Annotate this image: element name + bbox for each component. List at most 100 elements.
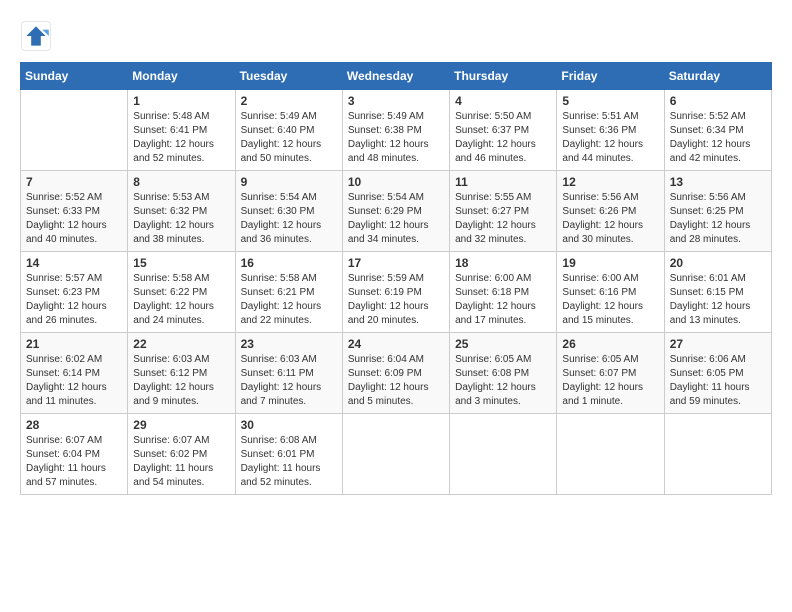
weekday-header: Friday [557, 63, 664, 90]
calendar-cell [557, 414, 664, 495]
day-number: 26 [562, 337, 658, 351]
day-info: Sunrise: 5:58 AM Sunset: 6:21 PM Dayligh… [241, 272, 337, 328]
day-info: Sunrise: 5:56 AM Sunset: 6:26 PM Dayligh… [562, 191, 658, 247]
day-info: Sunrise: 5:56 AM Sunset: 6:25 PM Dayligh… [670, 191, 766, 247]
day-info: Sunrise: 5:50 AM Sunset: 6:37 PM Dayligh… [455, 110, 551, 166]
calendar-cell: 23 Sunrise: 6:03 AM Sunset: 6:11 PM Dayli… [235, 333, 342, 414]
weekday-header: Monday [128, 63, 235, 90]
calendar-week-row: 7Sunrise: 5:52 AM Sunset: 6:33 PM Daylig… [21, 171, 772, 252]
day-number: 27 [670, 337, 766, 351]
day-number: 16 [241, 256, 337, 270]
calendar-cell: 5 Sunrise: 5:51 AM Sunset: 6:36 PM Daylig… [557, 90, 664, 171]
day-number: 20 [670, 256, 766, 270]
day-info: Sunrise: 5:55 AM Sunset: 6:27 PM Dayligh… [455, 191, 551, 247]
day-info: Sunrise: 5:49 AM Sunset: 6:40 PM Dayligh… [241, 110, 337, 166]
day-info: Sunrise: 5:54 AM Sunset: 6:30 PM Dayligh… [241, 191, 337, 247]
calendar-cell: 17 Sunrise: 5:59 AM Sunset: 6:19 PM Dayli… [342, 252, 449, 333]
weekday-header: Sunday [21, 63, 128, 90]
calendar-cell: 19 Sunrise: 6:00 AM Sunset: 6:16 PM Dayli… [557, 252, 664, 333]
calendar-cell: 11 Sunrise: 5:55 AM Sunset: 6:27 PM Dayli… [450, 171, 557, 252]
day-number: 10 [348, 175, 444, 189]
day-info: Sunrise: 5:51 AM Sunset: 6:36 PM Dayligh… [562, 110, 658, 166]
day-info: Sunrise: 6:07 AM Sunset: 6:02 PM Dayligh… [133, 434, 229, 490]
day-info: Sunrise: 6:03 AM Sunset: 6:11 PM Dayligh… [241, 353, 337, 409]
day-number: 1 [133, 94, 229, 108]
day-number: 30 [241, 418, 337, 432]
calendar-cell: 3 Sunrise: 5:49 AM Sunset: 6:38 PM Daylig… [342, 90, 449, 171]
calendar-cell [342, 414, 449, 495]
day-info: Sunrise: 6:04 AM Sunset: 6:09 PM Dayligh… [348, 353, 444, 409]
calendar-cell: 8 Sunrise: 5:53 AM Sunset: 6:32 PM Daylig… [128, 171, 235, 252]
day-info: Sunrise: 6:05 AM Sunset: 6:08 PM Dayligh… [455, 353, 551, 409]
calendar-cell: 14 Sunrise: 5:57 AM Sunset: 6:23 PM Dayli… [21, 252, 128, 333]
day-number: 25 [455, 337, 551, 351]
day-info: Sunrise: 6:00 AM Sunset: 6:16 PM Dayligh… [562, 272, 658, 328]
day-number: 5 [562, 94, 658, 108]
calendar-week-row: 1 Sunrise: 5:48 AM Sunset: 6:41 PM Daylig… [21, 90, 772, 171]
calendar-cell: 2Sunrise: 5:49 AM Sunset: 6:40 PM Daylig… [235, 90, 342, 171]
calendar-cell: 24 Sunrise: 6:04 AM Sunset: 6:09 PM Dayli… [342, 333, 449, 414]
weekday-header: Saturday [664, 63, 771, 90]
weekday-header: Thursday [450, 63, 557, 90]
day-number: 8 [133, 175, 229, 189]
day-info: Sunrise: 6:07 AM Sunset: 6:04 PM Dayligh… [26, 434, 122, 490]
page-header [20, 20, 772, 52]
day-info: Sunrise: 5:59 AM Sunset: 6:19 PM Dayligh… [348, 272, 444, 328]
day-number: 17 [348, 256, 444, 270]
calendar-cell: 9 Sunrise: 5:54 AM Sunset: 6:30 PM Daylig… [235, 171, 342, 252]
day-info: Sunrise: 5:58 AM Sunset: 6:22 PM Dayligh… [133, 272, 229, 328]
day-info: Sunrise: 6:05 AM Sunset: 6:07 PM Dayligh… [562, 353, 658, 409]
day-number: 14 [26, 256, 122, 270]
day-number: 18 [455, 256, 551, 270]
calendar-week-row: 28 Sunrise: 6:07 AM Sunset: 6:04 PM Dayli… [21, 414, 772, 495]
calendar-cell: 21Sunrise: 6:02 AM Sunset: 6:14 PM Dayli… [21, 333, 128, 414]
day-info: Sunrise: 6:03 AM Sunset: 6:12 PM Dayligh… [133, 353, 229, 409]
day-number: 19 [562, 256, 658, 270]
calendar-cell: 22 Sunrise: 6:03 AM Sunset: 6:12 PM Dayli… [128, 333, 235, 414]
day-number: 23 [241, 337, 337, 351]
day-info: Sunrise: 5:52 AM Sunset: 6:34 PM Dayligh… [670, 110, 766, 166]
calendar-cell: 12Sunrise: 5:56 AM Sunset: 6:26 PM Dayli… [557, 171, 664, 252]
calendar-week-row: 21Sunrise: 6:02 AM Sunset: 6:14 PM Dayli… [21, 333, 772, 414]
calendar-cell: 15Sunrise: 5:58 AM Sunset: 6:22 PM Dayli… [128, 252, 235, 333]
logo-icon [20, 20, 52, 52]
day-info: Sunrise: 6:08 AM Sunset: 6:01 PM Dayligh… [241, 434, 337, 490]
weekday-header: Wednesday [342, 63, 449, 90]
day-info: Sunrise: 5:49 AM Sunset: 6:38 PM Dayligh… [348, 110, 444, 166]
calendar-cell: 13 Sunrise: 5:56 AM Sunset: 6:25 PM Dayli… [664, 171, 771, 252]
calendar-cell: 18 Sunrise: 6:00 AM Sunset: 6:18 PM Dayli… [450, 252, 557, 333]
day-number: 3 [348, 94, 444, 108]
calendar-cell: 10Sunrise: 5:54 AM Sunset: 6:29 PM Dayli… [342, 171, 449, 252]
calendar-cell: 26 Sunrise: 6:05 AM Sunset: 6:07 PM Dayli… [557, 333, 664, 414]
calendar-header: SundayMondayTuesdayWednesdayThursdayFrid… [21, 63, 772, 90]
calendar-cell: 1 Sunrise: 5:48 AM Sunset: 6:41 PM Daylig… [128, 90, 235, 171]
day-number: 4 [455, 94, 551, 108]
day-number: 28 [26, 418, 122, 432]
day-info: Sunrise: 6:00 AM Sunset: 6:18 PM Dayligh… [455, 272, 551, 328]
calendar-cell: 29Sunrise: 6:07 AM Sunset: 6:02 PM Dayli… [128, 414, 235, 495]
day-number: 13 [670, 175, 766, 189]
day-number: 22 [133, 337, 229, 351]
day-number: 11 [455, 175, 551, 189]
calendar-cell [21, 90, 128, 171]
calendar-cell: 30 Sunrise: 6:08 AM Sunset: 6:01 PM Dayli… [235, 414, 342, 495]
day-info: Sunrise: 6:01 AM Sunset: 6:15 PM Dayligh… [670, 272, 766, 328]
day-number: 6 [670, 94, 766, 108]
calendar-cell: 25 Sunrise: 6:05 AM Sunset: 6:08 PM Dayli… [450, 333, 557, 414]
day-info: Sunrise: 5:53 AM Sunset: 6:32 PM Dayligh… [133, 191, 229, 247]
header-row: SundayMondayTuesdayWednesdayThursdayFrid… [21, 63, 772, 90]
day-info: Sunrise: 5:52 AM Sunset: 6:33 PM Dayligh… [26, 191, 122, 247]
weekday-header: Tuesday [235, 63, 342, 90]
calendar-table: SundayMondayTuesdayWednesdayThursdayFrid… [20, 62, 772, 495]
day-number: 24 [348, 337, 444, 351]
calendar-cell: 28 Sunrise: 6:07 AM Sunset: 6:04 PM Dayli… [21, 414, 128, 495]
calendar-cell: 4 Sunrise: 5:50 AM Sunset: 6:37 PM Daylig… [450, 90, 557, 171]
calendar-week-row: 14 Sunrise: 5:57 AM Sunset: 6:23 PM Dayli… [21, 252, 772, 333]
day-number: 21 [26, 337, 122, 351]
calendar-cell: 6 Sunrise: 5:52 AM Sunset: 6:34 PM Daylig… [664, 90, 771, 171]
day-info: Sunrise: 5:57 AM Sunset: 6:23 PM Dayligh… [26, 272, 122, 328]
day-info: Sunrise: 5:48 AM Sunset: 6:41 PM Dayligh… [133, 110, 229, 166]
logo [20, 20, 56, 52]
day-number: 9 [241, 175, 337, 189]
calendar-body: 1 Sunrise: 5:48 AM Sunset: 6:41 PM Daylig… [21, 90, 772, 495]
